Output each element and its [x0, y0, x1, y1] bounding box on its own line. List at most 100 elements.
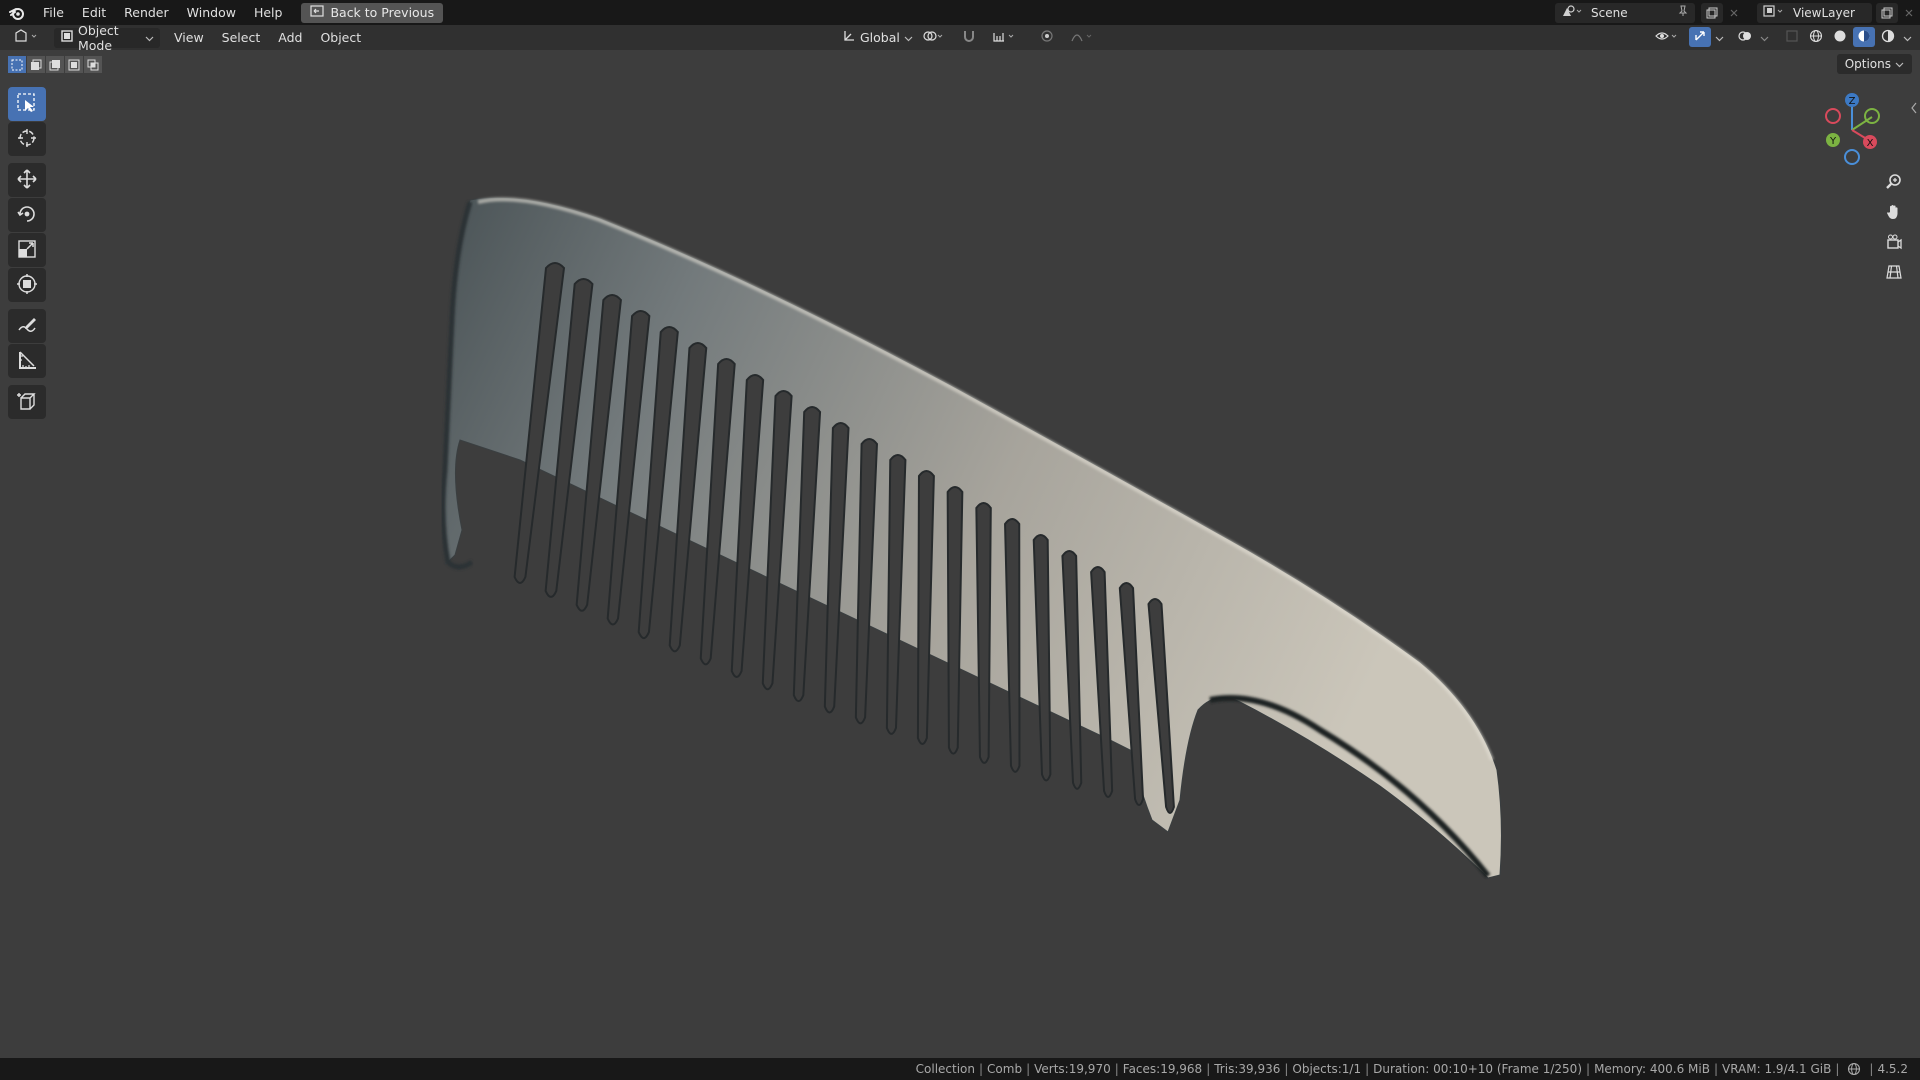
select-intersect-icon[interactable]	[84, 56, 102, 73]
menu-window[interactable]: Window	[178, 0, 245, 25]
proportional-edit-icon	[1040, 29, 1054, 46]
status-vram: VRAM: 1.9/4.1 GiB	[1721, 1062, 1832, 1076]
menu-file[interactable]: File	[34, 0, 73, 25]
shading-solid-button[interactable]	[1829, 27, 1851, 47]
select-invert-icon[interactable]	[65, 56, 83, 73]
sidebar-toggle-icon[interactable]	[1910, 102, 1918, 117]
comb-model[interactable]	[0, 50, 1920, 1058]
snap-increment-icon	[992, 29, 1018, 46]
blender-logo-icon[interactable]	[0, 0, 34, 25]
editor-type-button[interactable]	[8, 28, 46, 48]
snap-toggle[interactable]	[956, 27, 982, 47]
cursor-tool[interactable]	[8, 122, 46, 156]
status-objects: Objects:1/1	[1292, 1062, 1362, 1076]
back-to-previous-button[interactable]: Back to Previous	[301, 2, 444, 23]
material-sphere-icon	[1857, 29, 1871, 46]
status-verts: Verts:19,970	[1034, 1062, 1111, 1076]
viewport-header: Object Mode View Select Add Object Globa…	[0, 23, 1920, 53]
rendered-sphere-icon	[1881, 29, 1895, 46]
gizmo-dropdown[interactable]	[1713, 27, 1726, 47]
menu-help[interactable]: Help	[245, 0, 292, 25]
delete-scene-icon[interactable]	[1723, 3, 1745, 23]
scale-tool[interactable]	[8, 233, 46, 267]
options-dropdown[interactable]: Options	[1836, 54, 1912, 74]
new-view-layer-icon[interactable]	[1876, 2, 1898, 23]
solid-sphere-icon	[1833, 29, 1847, 46]
navigation-gizmo[interactable]: Z X Y	[1820, 90, 1890, 170]
add-cube-tool[interactable]	[8, 385, 46, 419]
shading-wireframe-button[interactable]	[1805, 27, 1827, 47]
menu-add[interactable]: Add	[272, 28, 308, 48]
view-layer-name: ViewLayer	[1793, 5, 1855, 20]
overlays-dropdown[interactable]	[1758, 27, 1771, 47]
scene-selector[interactable]: Scene	[1555, 2, 1695, 23]
object-mode-icon	[60, 29, 74, 46]
rotate-tool[interactable]	[8, 198, 46, 232]
comb-body	[440, 196, 1502, 879]
gizmo-z-label: Z	[1849, 96, 1856, 107]
overlays-toggle[interactable]	[1734, 27, 1756, 47]
annotate-tool[interactable]	[8, 309, 46, 343]
gizmo-x-label: X	[1867, 138, 1874, 149]
new-scene-icon[interactable]	[1701, 2, 1723, 23]
gizmo-toggle[interactable]	[1689, 27, 1711, 47]
transform-orientation-dropdown[interactable]: Global	[836, 27, 913, 47]
move-arrows-icon	[16, 168, 38, 193]
chevron-down-icon	[904, 30, 913, 45]
gizmo-neg-y-axis	[1864, 108, 1880, 124]
tooth-gap	[975, 502, 992, 764]
screen-back-icon	[310, 5, 325, 20]
menu-render[interactable]: Render	[115, 0, 178, 25]
scale-icon	[16, 238, 38, 263]
status-faces: Faces:19,968	[1122, 1062, 1203, 1076]
proportional-editing-toggle[interactable]	[1034, 27, 1060, 47]
chevron-down-icon	[1903, 30, 1912, 45]
view-layer-icon	[1763, 4, 1785, 21]
snap-target-dropdown[interactable]	[986, 27, 1024, 47]
shading-rendered-button[interactable]	[1877, 27, 1899, 47]
menu-object[interactable]: Object	[314, 28, 367, 48]
select-box-tool[interactable]	[8, 87, 46, 121]
selection-mode-group	[8, 56, 102, 73]
orientation-label: Global	[860, 29, 900, 45]
overlays-icon	[1738, 29, 1752, 46]
select-extend-icon[interactable]	[27, 56, 45, 73]
menu-view[interactable]: View	[168, 28, 210, 48]
transform-tool[interactable]	[8, 268, 46, 302]
zoom-icon[interactable]	[1880, 168, 1908, 196]
select-new-icon[interactable]	[8, 56, 26, 73]
xray-icon	[1785, 29, 1799, 46]
navigation-controls	[1880, 168, 1908, 288]
tool-shelf	[8, 87, 46, 420]
shading-dropdown[interactable]	[1901, 27, 1914, 47]
menu-edit[interactable]: Edit	[73, 0, 115, 25]
gizmo-neg-z-axis	[1844, 149, 1860, 165]
scene-name: Scene	[1591, 5, 1628, 20]
perspective-grid-icon[interactable]	[1880, 258, 1908, 286]
tooth-gap	[946, 486, 964, 755]
rotate-icon	[16, 203, 38, 228]
measure-tool[interactable]	[8, 344, 46, 378]
selectability-visibility-dropdown[interactable]	[1649, 27, 1687, 47]
view-layer-selector[interactable]: ViewLayer	[1757, 2, 1872, 23]
3d-viewport[interactable]: Options Z X Y	[0, 50, 1920, 1058]
camera-view-icon[interactable]	[1880, 228, 1908, 256]
pan-hand-icon[interactable]	[1880, 198, 1908, 226]
gizmo-neg-x-axis	[1825, 108, 1841, 124]
shading-material-button[interactable]	[1853, 27, 1875, 47]
xray-toggle[interactable]	[1781, 27, 1803, 47]
pivot-point-dropdown[interactable]	[916, 27, 952, 47]
status-bar: Collection | Comb | Verts:19,970 | Faces:19…	[0, 1058, 1920, 1080]
menu-select[interactable]: Select	[216, 28, 267, 48]
status-version: 4.5.2	[1877, 1062, 1908, 1076]
delete-view-layer-icon[interactable]	[1898, 3, 1920, 23]
network-icon	[1847, 1062, 1861, 1076]
falloff-dropdown[interactable]	[1064, 27, 1102, 47]
pin-icon[interactable]	[1677, 5, 1689, 20]
move-tool[interactable]	[8, 163, 46, 197]
status-object: Comb	[987, 1062, 1023, 1076]
select-subtract-icon[interactable]	[46, 56, 64, 73]
object-mode-dropdown[interactable]: Object Mode	[54, 23, 160, 53]
options-label: Options	[1844, 57, 1891, 71]
chevron-down-icon	[145, 30, 154, 45]
